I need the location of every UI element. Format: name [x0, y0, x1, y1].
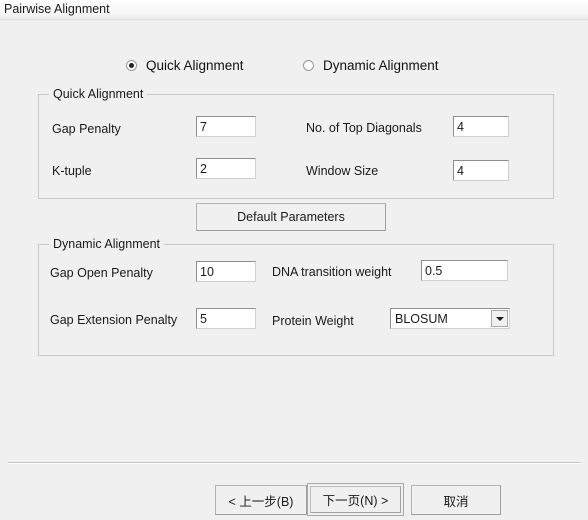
default-parameters-button[interactable]: Default Parameters: [196, 203, 386, 231]
window-title-bar: Pairwise Alignment: [0, 0, 588, 20]
k-tuple-label: K-tuple: [52, 164, 92, 178]
top-diagonals-label: No. of Top Diagonals: [306, 121, 422, 135]
radio-quick-alignment-label: Quick Alignment: [146, 58, 244, 73]
gap-extension-penalty-input[interactable]: [196, 308, 256, 329]
radio-quick-alignment[interactable]: Quick Alignment: [126, 58, 244, 73]
gap-penalty-input[interactable]: [196, 116, 256, 137]
chevron-down-icon[interactable]: [491, 310, 508, 327]
dna-transition-weight-label: DNA transition weight: [272, 265, 392, 279]
radio-indicator-icon: [126, 60, 137, 71]
next-button-label: 下一页(N) >: [310, 486, 401, 513]
protein-weight-selected-value: BLOSUM: [395, 312, 448, 326]
dna-transition-weight-input[interactable]: [421, 260, 508, 281]
radio-dynamic-alignment-label: Dynamic Alignment: [323, 58, 439, 73]
protein-weight-dropdown[interactable]: BLOSUM: [390, 308, 510, 329]
top-diagonals-input[interactable]: [453, 116, 509, 137]
dynamic-alignment-groupbox-title: Dynamic Alignment: [49, 237, 164, 251]
quick-alignment-groupbox-title: Quick Alignment: [49, 87, 148, 101]
window-title: Pairwise Alignment: [4, 2, 110, 16]
gap-penalty-label: Gap Penalty: [52, 122, 121, 136]
cancel-button[interactable]: 取消: [411, 485, 501, 515]
back-button[interactable]: < 上一步(B): [215, 485, 307, 515]
k-tuple-input[interactable]: [196, 158, 256, 179]
window-size-label: Window Size: [306, 164, 379, 178]
radio-dynamic-alignment[interactable]: Dynamic Alignment: [303, 58, 439, 73]
quick-alignment-groupbox: Quick Alignment: [38, 87, 554, 199]
gap-open-penalty-input[interactable]: [196, 261, 256, 282]
gap-extension-penalty-label: Gap Extension Penalty: [50, 313, 178, 327]
window-size-input[interactable]: [453, 160, 509, 181]
protein-weight-label: Protein Weight: [272, 314, 354, 328]
footer-separator: [8, 462, 580, 464]
gap-open-penalty-label: Gap Open Penalty: [50, 266, 153, 280]
next-button[interactable]: 下一页(N) >: [307, 483, 404, 516]
radio-indicator-icon: [303, 60, 314, 71]
alignment-mode-radio-group: Quick Alignment Dynamic Alignment: [0, 58, 588, 78]
